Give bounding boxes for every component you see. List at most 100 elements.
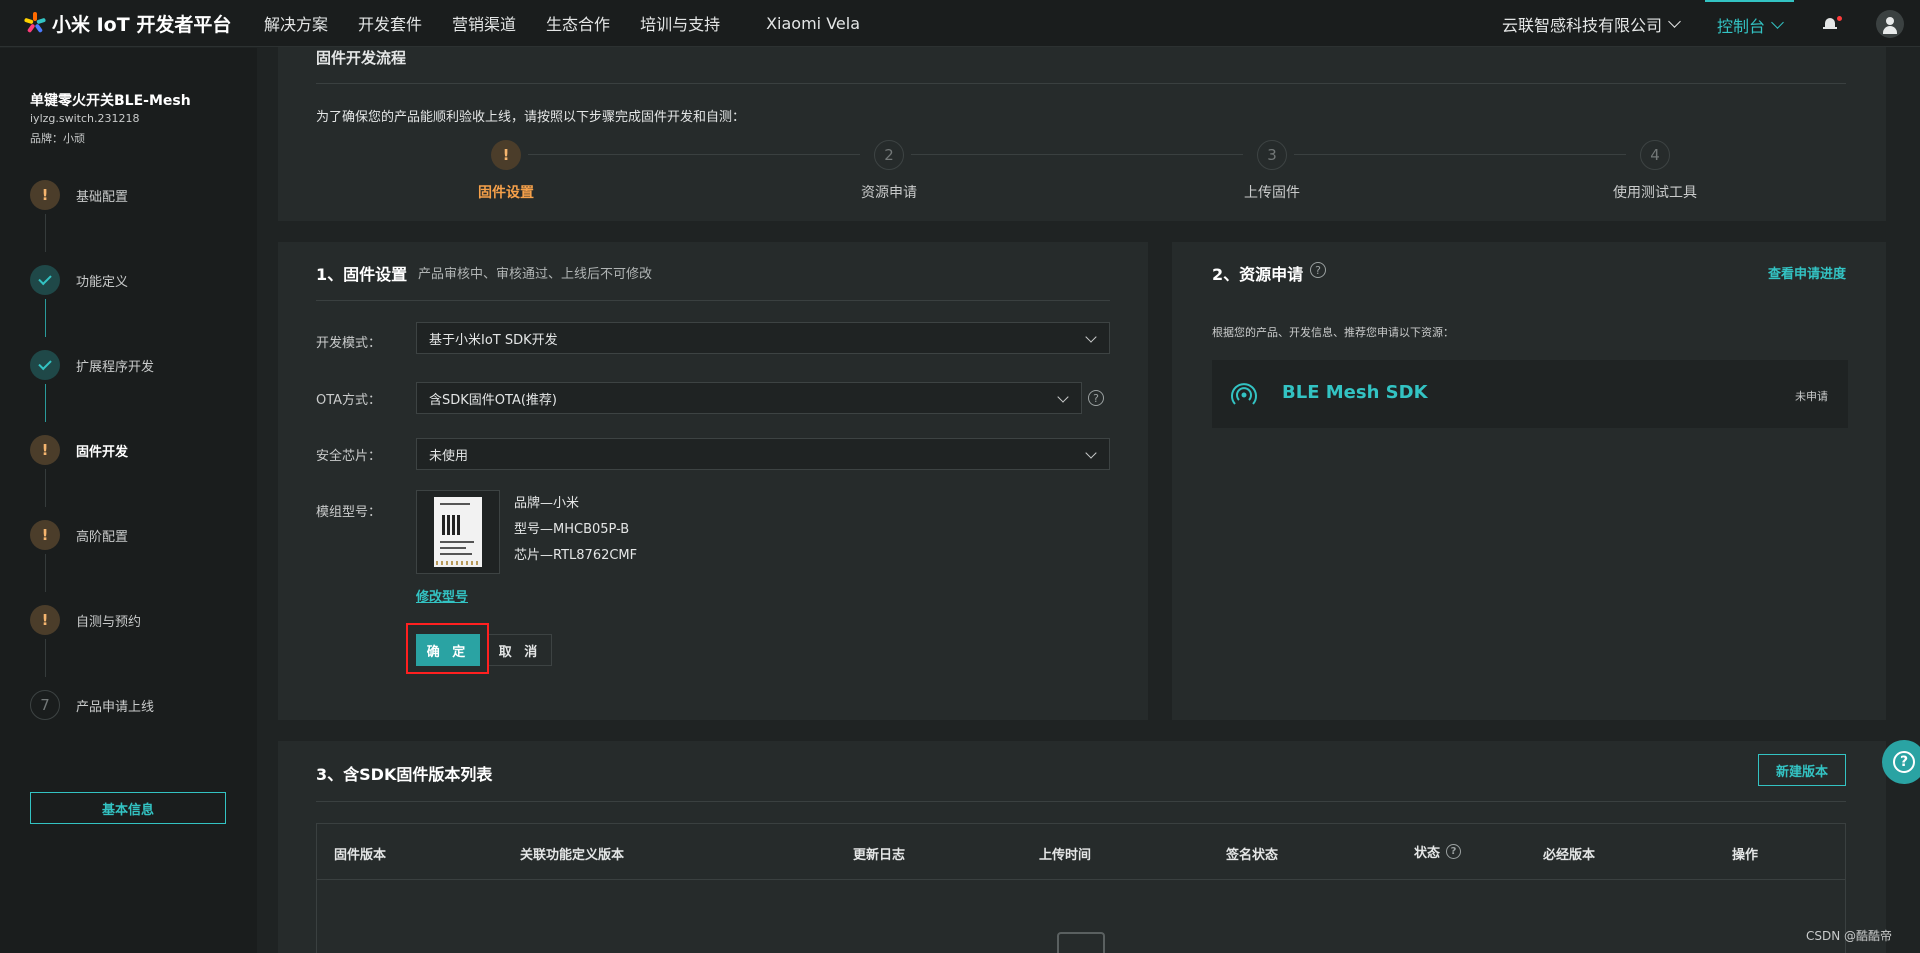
- sidebar-step-launch-application[interactable]: 7 产品申请上线: [30, 690, 154, 720]
- firmware-flow-panel: 固件开发流程 为了确保您的产品能顺利验收上线，请按照以下步骤完成固件开发和自测：…: [278, 47, 1886, 221]
- floating-help-button[interactable]: ?: [1882, 740, 1920, 784]
- product-id: iylzg.switch.231218: [30, 112, 140, 125]
- user-avatar-icon[interactable]: [1876, 9, 1904, 38]
- nav-marketing[interactable]: 营销渠道: [452, 11, 516, 35]
- resource-application-panel: 2、资源申请 ? 查看申请进度 根据您的产品、开发信息、推荐您申请以下资源： B…: [1172, 242, 1886, 720]
- sidebar-step-label: 基础配置: [76, 189, 129, 205]
- step-connector: [45, 469, 46, 507]
- help-icon[interactable]: ?: [1088, 390, 1104, 406]
- chevron-down-icon: [1085, 331, 1097, 343]
- company-name: 云联智感科技有限公司: [1501, 15, 1662, 35]
- wireless-signal-icon: [1231, 383, 1257, 405]
- chevron-down-icon: [1085, 447, 1097, 459]
- sidebar-step-label: 固件开发: [76, 444, 129, 460]
- security-chip-value: 未使用: [429, 448, 469, 464]
- sidebar-step-basic-config[interactable]: ! 基础配置: [30, 180, 128, 210]
- modify-model-link[interactable]: 修改型号: [416, 586, 468, 605]
- column-header: 操作: [1732, 848, 1759, 863]
- module-label: 模组型号：: [316, 505, 382, 520]
- sidebar-step-function-definition[interactable]: 功能定义: [30, 265, 128, 295]
- section-title: 1、固件设置: [316, 265, 408, 284]
- flow-step-resource-application[interactable]: 资源申请: [789, 182, 989, 202]
- divider: [316, 300, 1110, 301]
- sidebar-step-extension-dev[interactable]: 扩展程序开发: [30, 350, 154, 380]
- sidebar-step-label: 自测与预约: [76, 614, 142, 630]
- column-header: 固件版本: [334, 848, 387, 863]
- security-chip-select[interactable]: 未使用: [416, 438, 1110, 470]
- highlight-box: [406, 623, 489, 674]
- dev-mode-label: 开发模式：: [316, 336, 382, 351]
- column-header: 上传时间: [1039, 848, 1092, 863]
- nav-xiaomi-vela[interactable]: Xiaomi Vela: [766, 14, 860, 33]
- product-brand: 品牌：小顽: [30, 132, 85, 145]
- step-connector: [45, 639, 46, 677]
- step-connector: [45, 299, 46, 337]
- nav-training[interactable]: 培训与支持: [640, 11, 720, 35]
- sidebar: 单键零火开关BLE-Mesh iylzg.switch.231218 品牌：小顽…: [0, 48, 257, 953]
- dev-mode-value: 基于小米IoT SDK开发: [429, 332, 558, 348]
- warning-icon: !: [30, 520, 60, 550]
- section-title: 3、含SDK固件版本列表: [316, 765, 493, 784]
- ota-select[interactable]: 含SDK固件OTA(推荐): [416, 382, 1082, 414]
- cancel-button[interactable]: 取 消: [488, 634, 552, 666]
- check-icon: [30, 265, 60, 295]
- nav-dev-kits[interactable]: 开发套件: [358, 11, 422, 35]
- help-icon[interactable]: ?: [1446, 844, 1462, 859]
- check-icon: [30, 350, 60, 380]
- ble-mesh-sdk-card[interactable]: BLE Mesh SDK 未申请: [1212, 360, 1848, 428]
- column-header-status: 状态 ?: [1414, 842, 1462, 861]
- warning-icon: !: [491, 140, 521, 170]
- flow-connector: [528, 154, 860, 155]
- flow-step-upload-firmware[interactable]: 上传固件: [1172, 182, 1372, 202]
- warning-icon: !: [30, 435, 60, 465]
- new-version-button[interactable]: 新建版本: [1758, 754, 1846, 786]
- nav-solutions[interactable]: 解决方案: [264, 11, 328, 35]
- flow-step-firmware-settings[interactable]: 固件设置: [406, 182, 606, 202]
- divider: [316, 801, 1846, 802]
- notification-dot: [1837, 15, 1842, 21]
- security-chip-label: 安全芯片：: [316, 449, 382, 464]
- flow-title: 固件开发流程: [316, 49, 407, 67]
- column-header: 签名状态: [1226, 848, 1279, 863]
- column-header: 必经版本: [1543, 848, 1596, 863]
- dev-mode-select[interactable]: 基于小米IoT SDK开发: [416, 322, 1110, 354]
- flow-step-test-tools[interactable]: 使用测试工具: [1555, 182, 1755, 202]
- step-connector: [45, 554, 46, 592]
- view-progress-link[interactable]: 查看申请进度: [1768, 263, 1846, 282]
- step-connector: [45, 384, 46, 422]
- resource-card-title: BLE Mesh SDK: [1282, 382, 1428, 403]
- module-model: 型号—MHCB05P-B: [514, 522, 630, 537]
- sidebar-step-label: 扩展程序开发: [76, 359, 155, 375]
- chevron-down-icon: [1771, 15, 1784, 29]
- column-header: 关联功能定义版本: [520, 848, 625, 863]
- column-header: 更新日志: [853, 848, 906, 863]
- logo-icon: [23, 12, 47, 34]
- flow-step-number: 3: [1257, 140, 1287, 170]
- sidebar-step-firmware-dev[interactable]: ! 固件开发: [30, 435, 128, 465]
- module-chip: 芯片—RTL8762CMF: [514, 548, 638, 563]
- flow-description: 为了确保您的产品能顺利验收上线，请按照以下步骤完成固件开发和自测：: [316, 110, 746, 125]
- top-navigation: 小米 IoT 开发者平台 解决方案 开发套件 营销渠道 生态合作 培训与支持 X…: [0, 0, 1920, 47]
- basic-info-button[interactable]: 基本信息: [30, 792, 226, 824]
- brand[interactable]: 小米 IoT 开发者平台: [23, 10, 264, 37]
- flow-step-number: 2: [874, 140, 904, 170]
- console-menu[interactable]: 控制台: [1704, 0, 1794, 47]
- flow-step-number: 4: [1640, 140, 1670, 170]
- firmware-version-list-panel: 3、含SDK固件版本列表 新建版本 固件版本 关联功能定义版本 更新日志 上传时…: [278, 741, 1886, 953]
- step-connector: [45, 214, 46, 252]
- ota-label: OTA方式：: [316, 393, 382, 408]
- help-icon[interactable]: ?: [1310, 262, 1326, 278]
- section-note: 产品审核中、审核通过、上线后不可修改: [418, 267, 653, 282]
- firmware-settings-panel: 1、固件设置 产品审核中、审核通过、上线后不可修改 开发模式： 基于小米IoT …: [278, 242, 1148, 720]
- divider: [316, 83, 1846, 84]
- company-selector[interactable]: 云联智感科技有限公司: [1501, 12, 1681, 36]
- watermark: CSDN @酷酷帝: [1805, 929, 1892, 943]
- sidebar-step-advanced-config[interactable]: ! 高阶配置: [30, 520, 128, 550]
- bell-icon[interactable]: [1820, 14, 1842, 34]
- warning-icon: !: [30, 605, 60, 635]
- module-image: [416, 490, 500, 574]
- sidebar-step-self-test[interactable]: ! 自测与预约: [30, 605, 141, 635]
- sidebar-step-label: 功能定义: [76, 274, 129, 290]
- version-table: 固件版本 关联功能定义版本 更新日志 上传时间 签名状态 状态 ? 必经版本 操…: [316, 823, 1846, 953]
- nav-ecosystem[interactable]: 生态合作: [546, 11, 610, 35]
